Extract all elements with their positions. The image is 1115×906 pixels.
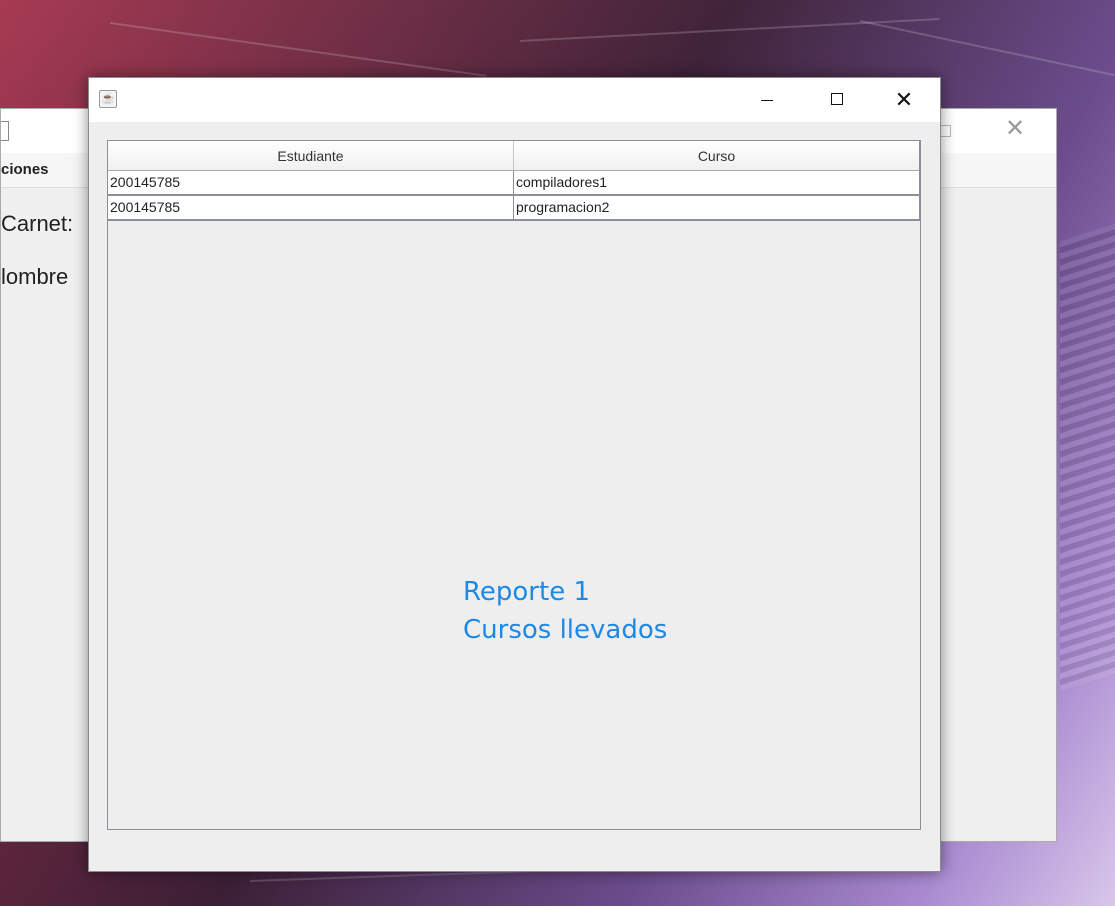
background-maximize-icon[interactable] [941, 125, 951, 137]
carnet-label: Carnet: [1, 211, 74, 236]
cell-estudiante[interactable]: 200145785 [108, 196, 514, 221]
background-app-icon [1, 121, 9, 141]
report-window[interactable]: ☕ ✕ Estudiante Curso 200145785 compilado… [88, 77, 941, 872]
desktop-wallpaper: ✕ ciones Carnet: lombre ☕ ✕ Estudiante C… [0, 0, 1115, 906]
wallpaper-streak [519, 18, 940, 42]
table-row[interactable]: 200145785 programacion2 [108, 196, 920, 221]
cell-curso[interactable]: programacion2 [514, 196, 920, 221]
maximize-icon [831, 93, 843, 105]
maximize-button[interactable] [814, 78, 860, 122]
menu-opciones[interactable]: ciones [1, 161, 49, 178]
report-subtitle: Cursos llevados [463, 615, 668, 645]
close-icon: ✕ [894, 87, 914, 112]
courses-table[interactable]: Estudiante Curso 200145785 compiladores1… [108, 141, 920, 221]
minimize-icon [761, 100, 773, 101]
cell-curso[interactable]: compiladores1 [514, 171, 920, 196]
column-header-curso[interactable]: Curso [514, 141, 920, 171]
nombre-label: lombre [1, 264, 69, 289]
table-header: Estudiante Curso [108, 141, 920, 171]
wallpaper-streak [859, 20, 1115, 77]
report-title: Reporte 1 [463, 577, 590, 607]
wallpaper-streak [109, 22, 487, 77]
close-button[interactable]: ✕ [881, 78, 927, 122]
table-row[interactable]: 200145785 compiladores1 [108, 171, 920, 196]
titlebar[interactable]: ☕ ✕ [89, 78, 940, 122]
table-scroll-pane[interactable]: Estudiante Curso 200145785 compiladores1… [107, 140, 921, 830]
cell-estudiante[interactable]: 200145785 [108, 171, 514, 196]
column-header-estudiante[interactable]: Estudiante [108, 141, 514, 171]
wallpaper-panel [1060, 218, 1115, 692]
java-coffee-icon: ☕ [99, 90, 117, 108]
minimize-button[interactable] [744, 78, 790, 122]
background-close-icon[interactable]: ✕ [1005, 117, 1025, 141]
report-caption: Reporte 1 Cursos llevados [463, 573, 667, 649]
